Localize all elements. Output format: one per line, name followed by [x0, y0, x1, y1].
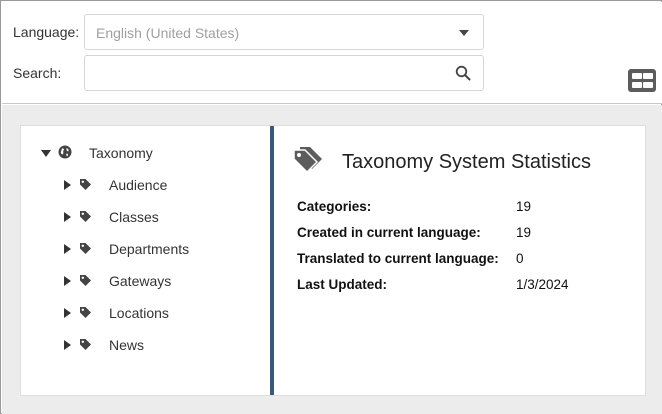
language-label: Language:: [13, 24, 80, 40]
tree-root-label[interactable]: Taxonomy: [89, 145, 153, 161]
globe-icon: [58, 145, 72, 159]
tree-item-label[interactable]: Departments: [109, 241, 189, 257]
tag-icon: [80, 243, 91, 254]
stats-title: Taxonomy System Statistics: [342, 151, 591, 173]
tag-icon: [80, 275, 91, 286]
stat-row-created: Created in current language: 19: [297, 225, 627, 243]
tag-icon: [80, 179, 91, 190]
search-label: Search:: [13, 65, 62, 81]
taxonomy-panel: Taxonomy Audience Classes Departments Ga…: [20, 125, 646, 396]
filter-toolbar: Language: English (United States) Search…: [2, 2, 662, 104]
stat-label: Last Updated:: [297, 277, 388, 292]
expand-right-icon[interactable]: [64, 308, 71, 318]
tree-item-classes[interactable]: Classes: [21, 207, 261, 227]
stat-label: Categories:: [297, 199, 372, 214]
tree-item-gateways[interactable]: Gateways: [21, 271, 261, 291]
language-select[interactable]: English (United States): [84, 14, 484, 50]
expand-right-icon[interactable]: [64, 244, 71, 254]
tags-icon: [293, 147, 322, 173]
stat-value: 0: [516, 251, 524, 266]
tree-item-audience[interactable]: Audience: [21, 175, 261, 195]
search-field[interactable]: [84, 55, 484, 91]
tag-icon: [80, 307, 91, 318]
tree-root[interactable]: Taxonomy: [21, 143, 261, 163]
tree-item-news[interactable]: News: [21, 335, 261, 355]
stat-row-categories: Categories: 19: [297, 199, 627, 217]
statistics-panel: Taxonomy System Statistics Categories: 1…: [274, 126, 645, 395]
stat-value: 1/3/2024: [516, 277, 569, 292]
expand-right-icon[interactable]: [64, 180, 71, 190]
expand-down-icon[interactable]: [41, 150, 51, 157]
tree-item-label[interactable]: News: [109, 337, 144, 353]
stat-row-translated: Translated to current language: 0: [297, 251, 627, 269]
stat-value: 19: [516, 199, 532, 214]
tree-item-locations[interactable]: Locations: [21, 303, 261, 323]
grid-view-button[interactable]: [628, 69, 656, 92]
language-selected-value: English (United States): [96, 25, 240, 41]
taxonomy-tree: Taxonomy Audience Classes Departments Ga…: [21, 126, 270, 395]
expand-right-icon[interactable]: [64, 212, 71, 222]
tree-item-label[interactable]: Classes: [109, 209, 159, 225]
expand-right-icon[interactable]: [64, 276, 71, 286]
tree-item-label[interactable]: Audience: [109, 177, 167, 193]
tree-item-label[interactable]: Locations: [109, 305, 169, 321]
chevron-down-icon[interactable]: [459, 30, 469, 36]
search-icon[interactable]: [455, 65, 471, 81]
content-area: Taxonomy Audience Classes Departments Ga…: [2, 105, 662, 414]
tree-item-departments[interactable]: Departments: [21, 239, 261, 259]
stat-label: Created in current language:: [297, 225, 481, 240]
stat-value: 19: [516, 225, 532, 240]
window-frame: Language: English (United States) Search…: [0, 0, 662, 414]
tree-item-label[interactable]: Gateways: [109, 273, 171, 289]
stat-row-last-updated: Last Updated: 1/3/2024: [297, 277, 627, 295]
search-input[interactable]: [93, 62, 433, 84]
expand-right-icon[interactable]: [64, 340, 71, 350]
tag-icon: [80, 211, 91, 222]
stat-label: Translated to current language:: [297, 251, 499, 266]
tag-icon: [80, 339, 91, 350]
